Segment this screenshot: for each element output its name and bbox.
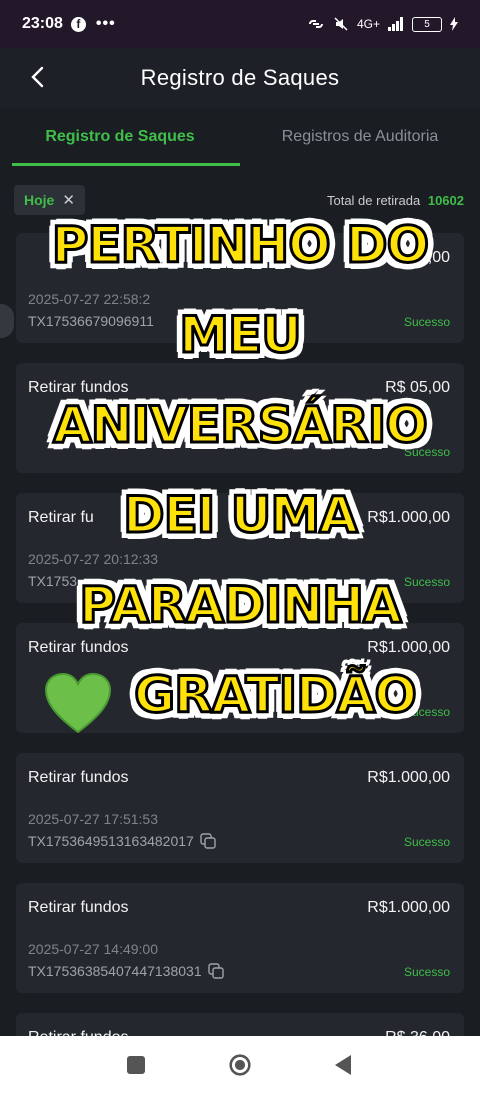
- withdrawal-total: Total de retirada 10602: [327, 193, 464, 208]
- back-arrow-icon[interactable]: [24, 62, 54, 92]
- page-title: Registro de Saques: [140, 65, 340, 90]
- transaction-amount: R$1.000,00: [367, 639, 450, 656]
- transaction-id-text: TX1753638540744713803​1: [28, 963, 202, 979]
- link-icon: [308, 20, 323, 28]
- transaction-status: Sucesso: [403, 315, 450, 329]
- transaction-type: Retirar fundos: [28, 379, 129, 396]
- transaction-id: TX1753649513163482017: [28, 833, 216, 849]
- transaction-id-text: TX1753: [28, 573, 78, 589]
- transaction-type: Retirar fu: [28, 509, 94, 526]
- transaction-card[interactable]: ,00 2025-07-27 22:58:2 TX17536679096911 …: [16, 233, 464, 343]
- facebook-icon: f: [70, 16, 86, 32]
- transaction-status: Sucesso: [403, 965, 450, 979]
- transaction-card[interactable]: Retirar fundos R$1.000,00 2025-07-27 17:…: [16, 753, 464, 863]
- system-nav-bar: [0, 1036, 480, 1094]
- tab-registro-de-saques[interactable]: Registro de Saques: [0, 108, 240, 166]
- transaction-card[interactable]: Retirar fundos R$1.000,00 2025-07-27 14:…: [16, 883, 464, 993]
- recent-apps-button[interactable]: [125, 1054, 147, 1076]
- transaction-amount: R$1.000,00: [367, 769, 450, 786]
- mute-icon: [334, 17, 348, 31]
- copy-icon[interactable]: [207, 963, 224, 979]
- transaction-status: Sucesso: [403, 445, 450, 459]
- tab-bar: Registro de Saques Registros de Auditori…: [0, 108, 480, 166]
- clear-filter-icon[interactable]: ✕: [62, 191, 75, 209]
- floating-side-handle[interactable]: [0, 304, 14, 338]
- charging-icon: [450, 17, 458, 31]
- transaction-type: Retirar fundos: [28, 639, 129, 656]
- status-icons: 4G+ 5: [307, 16, 458, 32]
- network-label: 4G+: [356, 17, 380, 31]
- transaction-card[interactable]: Retirar fu R$1.000,00 2025-07-27 20:12:3…: [16, 493, 464, 603]
- transaction-id-text: TX17536679096911: [28, 313, 154, 329]
- transaction-id: TX1753: [28, 573, 77, 589]
- transaction-date: 2025-07-27 17:51:53: [28, 811, 158, 827]
- transaction-date: 2025-07-27 14:49:00: [28, 941, 158, 957]
- transaction-amount: R$1.000,00: [367, 899, 450, 916]
- date-filter-label: Hoje: [24, 192, 55, 208]
- tab-registros-de-auditoria[interactable]: Registros de Auditoria: [240, 108, 480, 166]
- transaction-status: Sucesso: [403, 835, 450, 849]
- transaction-amount: ,00: [427, 249, 450, 266]
- back-button[interactable]: [333, 1054, 355, 1076]
- green-heart-icon: [44, 672, 112, 734]
- transaction-date: 2025-07-27 22:58:2: [28, 291, 151, 307]
- date-filter-chip[interactable]: Hoje ✕: [14, 185, 85, 215]
- home-button[interactable]: [229, 1054, 251, 1076]
- transaction-type: Retirar fundos: [28, 899, 129, 916]
- transaction-status: Sucesso: [403, 705, 450, 719]
- transaction-id-text: TX1753649513163482017: [28, 833, 194, 849]
- transaction-id: TX1753638540744713803​1: [28, 963, 224, 979]
- app-header: Registro de Saques: [0, 48, 480, 108]
- transaction-type: Retirar fundos: [28, 769, 129, 786]
- signal-icon: [388, 17, 403, 31]
- transaction-amount: R$ 05,00: [385, 379, 450, 396]
- transaction-id: TX17536679096911: [28, 313, 154, 329]
- status-bar: 23:08 f ••• 4G+ 5: [0, 0, 480, 48]
- status-time: 23:08: [22, 15, 63, 32]
- total-value: 10602: [427, 192, 464, 208]
- total-label: Total de retirada: [326, 192, 421, 208]
- filter-row: Hoje ✕ Total de retirada 10602: [14, 182, 464, 218]
- copy-icon[interactable]: [200, 833, 216, 849]
- transaction-status: Sucesso: [403, 575, 450, 589]
- transaction-amount: R$1.000,00: [367, 509, 450, 526]
- transaction-card[interactable]: Retirar fundos R$ 05,00 Sucesso: [16, 363, 464, 473]
- transaction-date: 2025-07-27 20:12:33: [28, 551, 158, 567]
- battery-icon: 5: [412, 16, 442, 32]
- more-notifications-icon: •••: [95, 15, 116, 32]
